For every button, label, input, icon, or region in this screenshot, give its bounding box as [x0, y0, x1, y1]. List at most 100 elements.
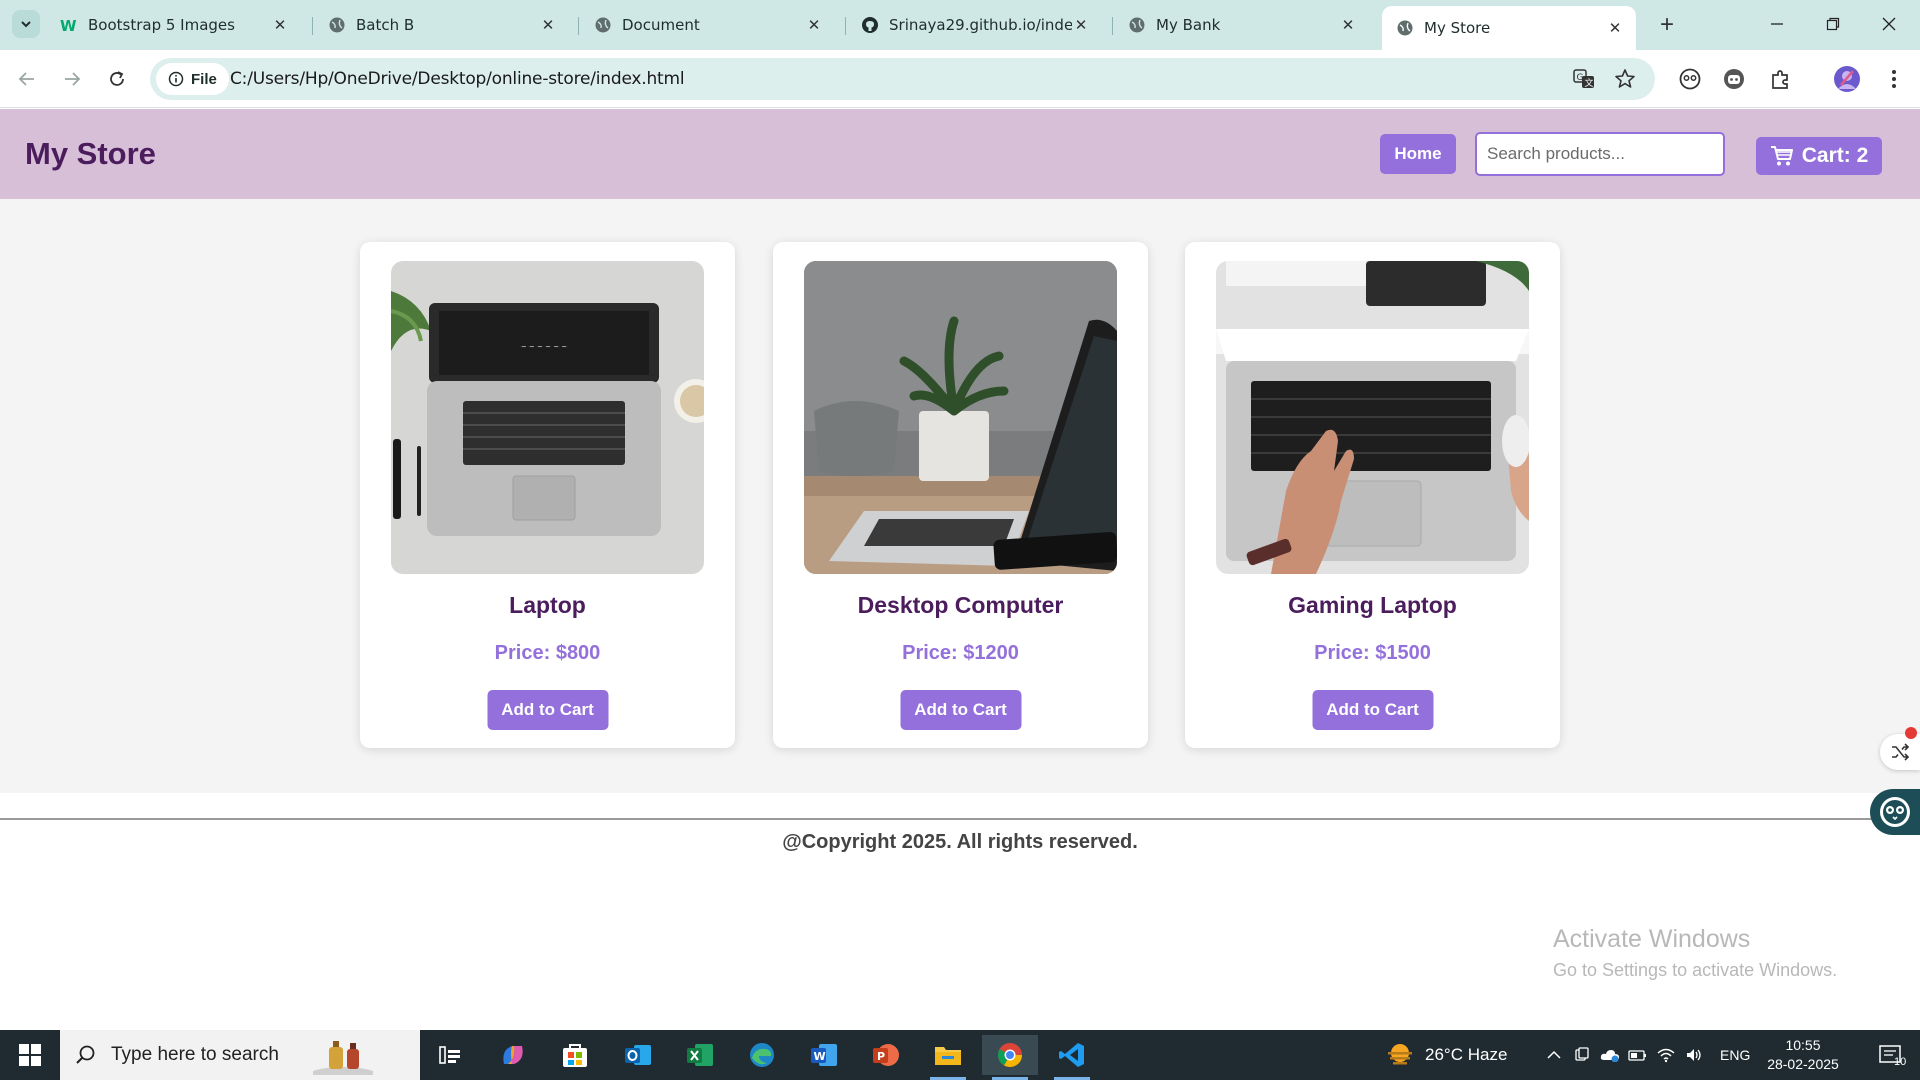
- tab-separator: [1112, 17, 1113, 35]
- close-icon[interactable]: ✕: [805, 16, 823, 34]
- minimize-button[interactable]: [1754, 6, 1800, 42]
- battery-icon[interactable]: [1624, 1048, 1652, 1062]
- taskbar-search-placeholder: Type here to search: [111, 1044, 279, 1065]
- product-price: Price: $800: [494, 642, 601, 664]
- translate-icon[interactable]: G文: [1572, 67, 1596, 91]
- store-header: My Store Home Cart: 2: [0, 109, 1920, 199]
- floating-tool-button[interactable]: [1880, 734, 1920, 770]
- outlook-app[interactable]: [610, 1035, 666, 1075]
- search-input[interactable]: [1475, 132, 1725, 176]
- close-icon[interactable]: ✕: [1339, 16, 1357, 34]
- wifi-icon[interactable]: [1652, 1047, 1680, 1063]
- product-name: Laptop: [509, 592, 586, 618]
- product-name: Desktop Computer: [857, 592, 1064, 618]
- tab-my-store[interactable]: My Store ✕: [1382, 6, 1636, 50]
- tab-bootstrap-images[interactable]: W Bootstrap 5 Images ✕: [46, 8, 301, 42]
- extension-robot-icon[interactable]: [1720, 65, 1748, 93]
- vscode-app[interactable]: [1044, 1035, 1100, 1080]
- globe-icon: [594, 16, 612, 34]
- w3schools-icon: W: [60, 16, 78, 34]
- lantern-decoration-icon: [312, 1041, 373, 1075]
- extension-owl-icon[interactable]: [1676, 65, 1704, 93]
- address-bar[interactable]: File C:/Users/Hp/OneDrive/Desktop/online…: [150, 58, 1655, 100]
- haze-weather-icon: [1388, 1044, 1412, 1065]
- taskbar-search-box[interactable]: Type here to search: [60, 1030, 420, 1080]
- word-icon: W: [811, 1044, 837, 1066]
- globe-icon: [1128, 16, 1146, 34]
- product-image-laptop: ~ ~ ~ ~ ~ ~: [391, 261, 704, 574]
- excel-app[interactable]: [672, 1035, 728, 1075]
- restore-button[interactable]: [1810, 6, 1856, 42]
- product-card: Gaming Laptop Price: $1500 Add to Cart: [1185, 242, 1560, 748]
- home-button[interactable]: Home: [1380, 134, 1456, 174]
- meet-now-icon[interactable]: [1568, 1047, 1596, 1063]
- chrome-app[interactable]: [982, 1035, 1038, 1080]
- clock-time: 10:55: [1785, 1037, 1821, 1053]
- cart-count-label: Cart: 2: [1801, 144, 1869, 167]
- globe-icon: [328, 16, 346, 34]
- back-button[interactable]: [11, 63, 43, 95]
- product-price: Price: $1200: [902, 642, 1019, 664]
- forward-button[interactable]: [56, 63, 88, 95]
- svg-text:P: P: [877, 1050, 885, 1063]
- extensions-puzzle-icon[interactable]: [1767, 65, 1795, 93]
- tab-github[interactable]: Srinaya29.github.io/index.h ✕: [847, 8, 1102, 42]
- copilot-app[interactable]: [485, 1035, 541, 1075]
- new-tab-button[interactable]: +: [1652, 10, 1682, 40]
- edge-icon: [750, 1043, 774, 1067]
- microsoft-store-app[interactable]: [547, 1035, 603, 1075]
- profile-avatar[interactable]: [1833, 65, 1861, 93]
- tab-title: Batch B: [356, 16, 415, 34]
- edge-app[interactable]: [734, 1035, 790, 1075]
- store-bag-icon: [563, 1044, 587, 1067]
- weather-text: 26°C Haze: [1425, 1045, 1508, 1064]
- activate-windows-title: Activate Windows: [1553, 925, 1751, 953]
- notification-dot: [1905, 727, 1917, 739]
- tab-search-button[interactable]: [12, 10, 40, 38]
- close-window-button[interactable]: [1866, 6, 1912, 42]
- windows-logo-icon: [19, 1044, 41, 1066]
- cart-button[interactable]: Cart: 2: [1756, 137, 1882, 175]
- close-icon[interactable]: ✕: [1606, 19, 1624, 37]
- add-to-cart-button[interactable]: Add to Cart: [1312, 690, 1433, 730]
- add-to-cart-button[interactable]: Add to Cart: [900, 690, 1021, 730]
- store-title: My Store: [25, 136, 156, 171]
- tab-my-bank[interactable]: My Bank ✕: [1114, 8, 1369, 42]
- task-view-button[interactable]: [422, 1035, 478, 1075]
- powerpoint-app[interactable]: P: [858, 1035, 914, 1075]
- globe-icon: [1396, 19, 1414, 37]
- tab-separator: [312, 17, 313, 35]
- floating-owl-button[interactable]: [1870, 789, 1920, 835]
- browser-menu-button[interactable]: [1880, 65, 1908, 93]
- bookmark-star-icon[interactable]: [1613, 67, 1637, 91]
- add-to-cart-button[interactable]: Add to Cart: [487, 690, 608, 730]
- language-indicator[interactable]: ENG: [1720, 1047, 1750, 1063]
- close-icon[interactable]: ✕: [1072, 16, 1090, 34]
- copilot-icon: [503, 1046, 523, 1064]
- clock-date: 28-02-2025: [1767, 1056, 1839, 1072]
- url-text[interactable]: C:/Users/Hp/OneDrive/Desktop/online-stor…: [230, 69, 685, 89]
- site-info-chip[interactable]: File: [156, 63, 229, 95]
- notification-count: 10: [1894, 1056, 1907, 1068]
- onedrive-icon[interactable]: [1596, 1048, 1624, 1062]
- reload-button[interactable]: [101, 63, 133, 95]
- notification-center-button[interactable]: 10: [1866, 1030, 1916, 1080]
- start-button[interactable]: [0, 1030, 60, 1080]
- product-name: Gaming Laptop: [1288, 592, 1457, 618]
- taskbar-clock[interactable]: 10:55 28-02-2025: [1760, 1036, 1846, 1074]
- word-app[interactable]: W: [796, 1035, 852, 1075]
- tab-batch-b[interactable]: Batch B ✕: [314, 8, 569, 42]
- close-icon[interactable]: ✕: [539, 16, 557, 34]
- browser-tab-strip: W Bootstrap 5 Images ✕ Batch B ✕ Documen…: [0, 0, 1920, 50]
- task-view-icon: [439, 1046, 460, 1064]
- close-icon[interactable]: ✕: [271, 16, 289, 34]
- chevron-up-icon[interactable]: [1540, 1050, 1568, 1060]
- volume-icon[interactable]: [1680, 1047, 1708, 1063]
- weather-widget[interactable]: 26°C Haze: [1385, 1030, 1507, 1080]
- reload-icon: [110, 71, 124, 86]
- chrome-icon: [997, 1043, 1022, 1068]
- search-icon: [76, 1045, 95, 1064]
- file-explorer-app[interactable]: [920, 1035, 976, 1080]
- tab-document[interactable]: Document ✕: [580, 8, 835, 42]
- shopping-cart-icon: [1770, 146, 1793, 166]
